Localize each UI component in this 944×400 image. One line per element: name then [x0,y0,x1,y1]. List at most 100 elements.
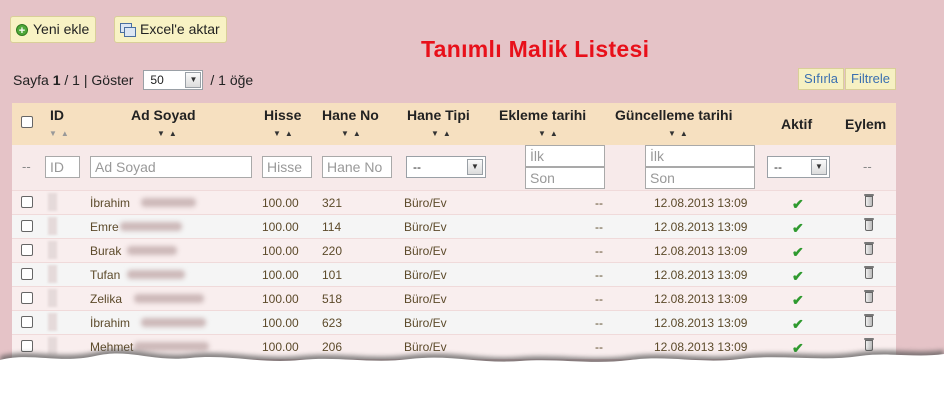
row-checkbox[interactable] [21,316,33,328]
created-to-input[interactable]: Son [525,167,605,189]
sort-unit-no-arrows[interactable]: ▼▲ [341,129,365,138]
row-name[interactable]: İbrahim [90,196,130,210]
check-icon[interactable]: ✔ [792,292,804,309]
sort-id-arrows[interactable]: ▼▲ [49,129,73,138]
page-size-select[interactable]: 50 ▼ [143,70,204,90]
select-all-checkbox[interactable] [21,116,33,128]
torn-paper-edge [0,349,944,400]
row-id-redacted [48,265,57,283]
row-created: -- [595,196,603,210]
row-unit-no: 114 [322,220,342,234]
add-new-button[interactable]: + Yeni ekle [10,16,97,43]
page-word: Sayfa [13,72,49,88]
row-id-redacted [48,193,57,211]
row-checkbox[interactable] [21,196,33,208]
row-surname-redacted [127,246,177,255]
row-checkbox[interactable] [21,268,33,280]
col-action-header: Eylem [845,116,887,132]
trash-icon[interactable] [864,242,874,255]
active-filter-value: -- [774,160,782,174]
row-unit-no: 623 [322,316,343,330]
col-created-header[interactable]: Ekleme tarihi [499,107,586,123]
page-separator: / [64,72,69,88]
trash-icon[interactable] [864,266,874,279]
row-name[interactable]: Zelika [90,292,122,306]
trash-icon[interactable] [864,218,874,231]
row-updated: 12.08.2013 13:09 [654,316,748,330]
table-header: ID ▼▲ Ad Soyad ▼▲ Hisse ▼▲ Hane No ▼▲ Ha… [12,103,896,145]
action-filter-dash: -- [863,159,872,174]
trash-icon[interactable] [864,194,874,207]
add-new-label: Yeni ekle [33,21,90,37]
row-created: -- [595,244,603,258]
col-active-header: Aktif [781,116,813,132]
page-title: Tanımlı Malik Listesi [421,36,650,62]
row-checkbox[interactable] [21,220,33,232]
col-updated-header[interactable]: Güncelleme tarihi [615,107,732,123]
row-unit-type: Büro/Ev [404,196,447,210]
row-share: 100.00 [262,268,299,282]
sort-name-arrows[interactable]: ▼▲ [157,129,181,138]
sort-share-arrows[interactable]: ▼▲ [273,129,297,138]
row-name[interactable]: İbrahim [90,316,130,330]
row-unit-type: Büro/Ev [404,220,447,234]
check-icon[interactable]: ✔ [792,196,804,213]
plus-icon: + [16,23,28,37]
row-name[interactable]: Emre [90,220,119,234]
current-page: 1 [52,72,61,88]
row-surname-redacted [127,270,185,279]
row-updated: 12.08.2013 13:09 [654,196,748,210]
share-filter-input[interactable]: Hisse [262,156,312,178]
pager: Sayfa 1 / 1 | Göster 50 ▼ / 1 öğe [13,70,253,90]
row-name[interactable]: Tufan [90,268,120,282]
trash-icon[interactable] [864,290,874,303]
col-unit-no-header[interactable]: Hane No [322,107,379,123]
export-excel-label: Excel'e aktar [140,21,220,37]
id-filter-input[interactable]: ID [45,156,80,178]
page-size-value: 50 [150,73,164,87]
sort-unit-type-arrows[interactable]: ▼▲ [431,129,455,138]
check-icon[interactable]: ✔ [792,244,804,261]
row-surname-redacted [141,318,206,327]
pager-pipe: | [83,72,88,88]
table-row[interactable]: Tufan 100.00 101 Büro/Ev -- 12.08.2013 13:09 ✔ [12,262,896,287]
row-id-redacted [48,217,57,235]
col-id-header[interactable]: ID [50,107,64,123]
row-checkbox[interactable] [21,244,33,256]
sort-updated-arrows[interactable]: ▼▲ [668,129,692,138]
export-excel-button[interactable]: Excel'e aktar [114,16,227,43]
row-share: 100.00 [262,292,299,306]
updated-to-input[interactable]: Son [645,167,755,189]
row-surname-redacted [120,222,182,231]
col-name-header[interactable]: Ad Soyad [131,107,196,123]
row-name[interactable]: Burak [90,244,121,258]
row-unit-type: Büro/Ev [404,268,447,282]
windows-icon [120,23,136,37]
active-filter-select[interactable]: -- ▼ [767,156,830,178]
name-filter-input[interactable]: Ad Soyad [90,156,252,178]
created-from-input[interactable]: İlk [525,145,605,167]
filter-dash: -- [22,159,31,174]
row-updated: 12.08.2013 13:09 [654,244,748,258]
col-share-header[interactable]: Hisse [264,107,301,123]
check-icon[interactable]: ✔ [792,220,804,237]
filter-row: -- ID Ad Soyad Hisse Hane No -- ▼ İlk So… [12,145,896,190]
trash-icon[interactable] [864,314,874,327]
row-checkbox[interactable] [21,292,33,304]
unit-no-filter-input[interactable]: Hane No [322,156,392,178]
check-icon[interactable]: ✔ [792,268,804,285]
row-share: 100.00 [262,316,299,330]
row-unit-no: 518 [322,292,343,306]
updated-from-input[interactable]: İlk [645,145,755,167]
col-unit-type-header[interactable]: Hane Tipi [407,107,470,123]
row-share: 100.00 [262,244,299,258]
table-row[interactable]: Burak 100.00 220 Büro/Ev -- 12.08.2013 13:09 ✔ [12,238,896,263]
table-row[interactable]: İbrahim 100.00 321 Büro/Ev -- 12.08.2013 13:0… [12,190,896,215]
filter-button[interactable]: Filtrele [845,68,897,90]
unit-type-filter-select[interactable]: -- ▼ [406,156,486,178]
table-row[interactable]: Zelika 100.00 518 Büro/Ev -- 12.08.2013 13:09… [12,286,896,311]
row-unit-type: Büro/Ev [404,292,447,306]
sort-created-arrows[interactable]: ▼▲ [538,129,562,138]
table-row[interactable]: Emre 100.00 114 Büro/Ev -- 12.08.2013 13:09 ✔ [12,214,896,239]
reset-button[interactable]: Sıfırla [798,68,844,90]
